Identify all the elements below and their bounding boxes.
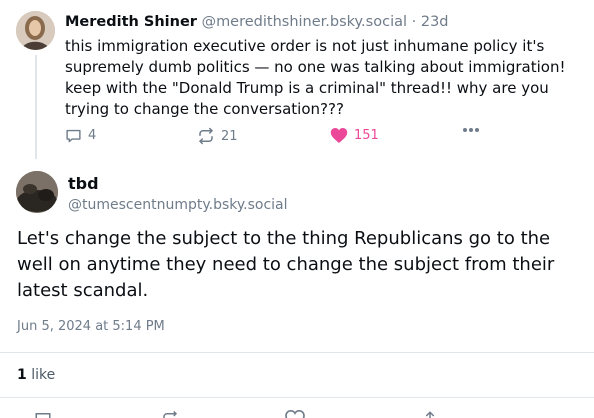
post-timestamp: Jun 5, 2024 at 5:14 PM	[17, 319, 165, 334]
reply-count: 4	[88, 128, 97, 143]
likes-label: like	[31, 367, 56, 383]
divider	[0, 397, 594, 398]
thread-connector-line	[35, 55, 37, 159]
reply-button[interactable]: 4	[65, 127, 96, 144]
heart-icon[interactable]	[285, 410, 305, 418]
likes-summary[interactable]: 1 like	[17, 366, 55, 384]
more-options-button[interactable]	[462, 127, 480, 133]
header-separator: ·	[411, 14, 417, 30]
parent-post-actions: 4 21 151	[65, 127, 495, 147]
ellipsis-icon	[463, 128, 479, 132]
like-count: 151	[354, 128, 379, 143]
main-post-text: Let's change the subject to the thing Re…	[17, 228, 555, 301]
main-post-actions	[0, 408, 594, 418]
repost-button[interactable]: 21	[197, 127, 238, 145]
like-button[interactable]: 151	[330, 127, 379, 144]
parent-post-header: Meredith Shiner @meredithshiner.bsky.soc…	[65, 13, 449, 31]
repost-arrows-icon[interactable]	[160, 410, 180, 418]
speech-bubble-icon	[66, 129, 81, 143]
parent-post-text: this immigration executive order is not …	[65, 37, 566, 118]
main-author-avatar[interactable]	[16, 171, 58, 213]
divider	[0, 352, 594, 353]
parent-post[interactable]: Meredith Shiner @meredithshiner.bsky.soc…	[0, 0, 594, 164]
repost-arrows-icon	[199, 127, 213, 145]
main-author-handle[interactable]: @tumescentnumpty.bsky.social	[68, 196, 288, 214]
repost-count: 21	[221, 128, 238, 144]
heart-icon	[330, 128, 348, 143]
parent-post-time[interactable]: 23d	[421, 14, 449, 30]
parent-author-name[interactable]: Meredith Shiner	[65, 14, 197, 30]
avatar-image	[16, 171, 58, 213]
main-author-name[interactable]: tbd	[68, 174, 99, 194]
parent-author-avatar[interactable]	[16, 11, 55, 50]
parent-author-handle[interactable]: @meredithshiner.bsky.social	[202, 14, 407, 30]
share-icon[interactable]	[420, 410, 440, 418]
speech-bubble-icon[interactable]	[33, 410, 53, 418]
likes-count: 1	[17, 367, 27, 383]
avatar-image	[16, 11, 55, 50]
